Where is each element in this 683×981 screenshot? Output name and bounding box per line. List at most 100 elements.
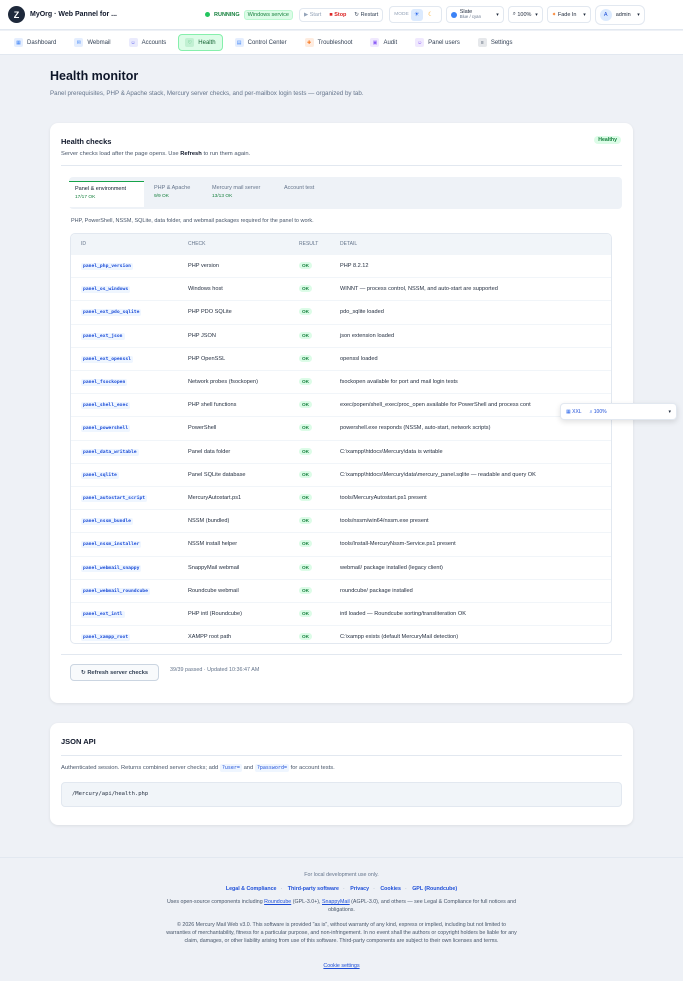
- transition-value: Fade In: [557, 11, 577, 18]
- snappymail-link[interactable]: SnappyMail: [322, 899, 350, 905]
- check-id: panel_ext_json: [81, 332, 125, 340]
- floating-zoom-widget[interactable]: ▦ XXL ⌕ 100% ▾: [560, 403, 677, 420]
- wrench-icon: ✚: [304, 38, 314, 47]
- api-endpoint[interactable]: /Mercury/api/health.php: [61, 782, 622, 807]
- table-row: panel_ext_intl PHP intl (Roundcube) OK intl…: [71, 602, 611, 625]
- footer-link-gpl[interactable]: GPL (Roundcube): [412, 886, 457, 892]
- theme-sub: Blue / cyan: [459, 14, 481, 20]
- footer-link-legal[interactable]: Legal & Compliance: [226, 886, 277, 892]
- nav-item-accounts[interactable]: ☺ Accounts: [123, 35, 173, 50]
- check-name: PHP PDO SQLite: [188, 309, 232, 316]
- table-row: panel_nssm_bundle NSSM (bundled) OK tools/n…: [71, 509, 611, 532]
- nav-item-label: Panel users: [428, 39, 460, 46]
- zoom-icon: ⌕: [589, 408, 593, 415]
- user-menu[interactable]: A admin ▾: [594, 4, 645, 25]
- check-name: PHP OpenSSL: [188, 355, 226, 362]
- result-badge: OK: [299, 447, 313, 455]
- main-nav: ▦ Dashboard ✉ Webmail ☺ Accounts ♡ Health ▤ Contr…: [0, 31, 683, 55]
- tab-panel-environment[interactable]: Panel & environment 17/17 OK: [69, 181, 144, 207]
- check-detail: WINNT — process control, NSSM, and auto-…: [340, 286, 498, 293]
- nav-item-label: Accounts: [141, 39, 167, 46]
- check-id: panel_webmail_roundcube: [81, 587, 150, 595]
- nav-item-settings[interactable]: ≡ Settings: [472, 35, 519, 50]
- service-badge: Windows service: [243, 9, 293, 20]
- nav-item-label: Dashboard: [27, 39, 57, 46]
- check-detail: C:\xampp exists (default MercuryMail det…: [340, 634, 459, 641]
- user-param: ?user=: [219, 764, 242, 772]
- nav-item-troubleshoot[interactable]: ✚ Troubleshoot: [299, 35, 359, 50]
- users-icon: ☺: [415, 38, 425, 47]
- start-button[interactable]: ▶ Start: [300, 8, 325, 22]
- table-row: panel_powershell PowerShell OK powershell.e…: [71, 416, 611, 439]
- refresh-server-checks-button[interactable]: ↻ Refresh server checks: [70, 664, 159, 681]
- sliders-icon: ≡: [477, 38, 487, 47]
- check-detail: json extension loaded: [340, 332, 395, 339]
- check-name: NSSM install helper: [188, 541, 238, 548]
- check-name: PHP JSON: [188, 332, 216, 339]
- check-name: Roundcube webmail: [188, 587, 239, 594]
- result-badge: OK: [299, 586, 313, 594]
- nav-item-webmail[interactable]: ✉ Webmail: [68, 35, 116, 50]
- zoom-value: 100%: [517, 11, 532, 18]
- check-detail: tools/nssm/win64/nssm.exe present: [340, 518, 429, 525]
- nav-item-panel-users[interactable]: ☺ Panel users: [409, 35, 466, 50]
- org-name[interactable]: MyOrg · Web Pannel for ...: [30, 11, 205, 18]
- nav-item-audit[interactable]: ▣ Audit: [364, 35, 403, 50]
- divider: [61, 755, 622, 756]
- chevron-down-icon: ▾: [496, 11, 499, 18]
- check-detail: C:\xampp\htdocs\Mercury\data is writable: [340, 448, 443, 455]
- check-detail: intl loaded — Roundcube sorting/translit…: [340, 611, 466, 617]
- tab-mercury-mail-server[interactable]: Mercury mail server 13/13 OK: [206, 181, 276, 207]
- col-id: ID: [81, 241, 86, 247]
- footer-link-third-party[interactable]: Third-party software: [288, 886, 339, 892]
- light-mode-icon[interactable]: ☀: [410, 8, 423, 21]
- transition-select[interactable]: ✦ Fade In ▾: [546, 6, 591, 23]
- stop-button[interactable]: ■ Stop: [325, 8, 350, 22]
- zoom-icon: ⌕: [512, 11, 516, 17]
- check-name: PHP shell functions: [188, 402, 237, 409]
- nav-item-dashboard[interactable]: ▦ Dashboard: [8, 35, 62, 50]
- page-title: Health monitor: [50, 69, 139, 83]
- app-logo[interactable]: Z: [8, 6, 25, 23]
- theme-swatch-icon: [450, 11, 457, 18]
- footer-link-privacy[interactable]: Privacy: [350, 886, 369, 892]
- footer-link-cookies[interactable]: Cookies: [380, 886, 401, 892]
- theme-select[interactable]: Slate Blue / cyan ▾: [445, 6, 504, 23]
- roundcube-link[interactable]: Roundcube: [264, 899, 291, 905]
- accounts-icon: ☺: [128, 38, 138, 47]
- top-bar: Z MyOrg · Web Pannel for ... RUNNING Win…: [0, 0, 683, 30]
- mode-label: MODE: [394, 12, 409, 17]
- cookie-settings-link[interactable]: Cookie settings: [0, 963, 683, 969]
- table-row: panel_shell_exec PHP shell functions OK exe…: [71, 393, 611, 416]
- result-badge: OK: [299, 354, 313, 362]
- zoom-select[interactable]: ⌕ 100% ▾: [507, 6, 543, 23]
- transition-icon: ✦: [551, 11, 557, 18]
- nav-item-label: Health: [198, 39, 216, 46]
- check-id: panel_powershell: [81, 425, 131, 433]
- check-detail: C:\xampp\htdocs\Mercury\data\mercury_pan…: [340, 471, 536, 478]
- check-detail: openssl loaded: [340, 355, 378, 362]
- chevron-down-icon: ▾: [637, 11, 640, 18]
- check-id: panel_nssm_installer: [81, 541, 142, 549]
- mode-toggle: MODE ☀ ☾: [389, 6, 442, 23]
- table-row: panel_php_version PHP version OK PHP 8.2.12: [71, 254, 611, 277]
- check-id: panel_data_writable: [81, 448, 139, 456]
- result-badge: OK: [299, 378, 313, 385]
- chevron-down-icon: ▾: [535, 11, 538, 18]
- nav-item-control-center[interactable]: ▤ Control Center: [229, 35, 293, 50]
- check-name: SnappyMail webmail: [188, 564, 240, 571]
- tab-description: PHP, PowerShell, NSSM, SQLite, data fold…: [71, 218, 314, 224]
- table-row: panel_fsockopen Network probes (fsockopen…: [71, 370, 611, 393]
- result-badge: OK: [299, 262, 313, 269]
- nav-item-label: Troubleshoot: [317, 39, 353, 46]
- footer-note: For local development use only.: [304, 872, 379, 878]
- tab-account-test[interactable]: Account test: [278, 181, 328, 207]
- nav-item-health[interactable]: ♡ Health: [178, 34, 223, 51]
- restart-button[interactable]: ↻ Restart: [350, 8, 382, 22]
- dark-mode-icon[interactable]: ☾: [425, 9, 437, 21]
- check-name: NSSM (bundled): [188, 518, 230, 525]
- tab-php-apache[interactable]: PHP & Apache 9/9 OK: [148, 181, 204, 207]
- divider: [61, 654, 622, 655]
- col-detail: DETAIL: [340, 241, 358, 247]
- check-detail: exec/popen/shell_exec/proc_open availabl…: [340, 402, 531, 409]
